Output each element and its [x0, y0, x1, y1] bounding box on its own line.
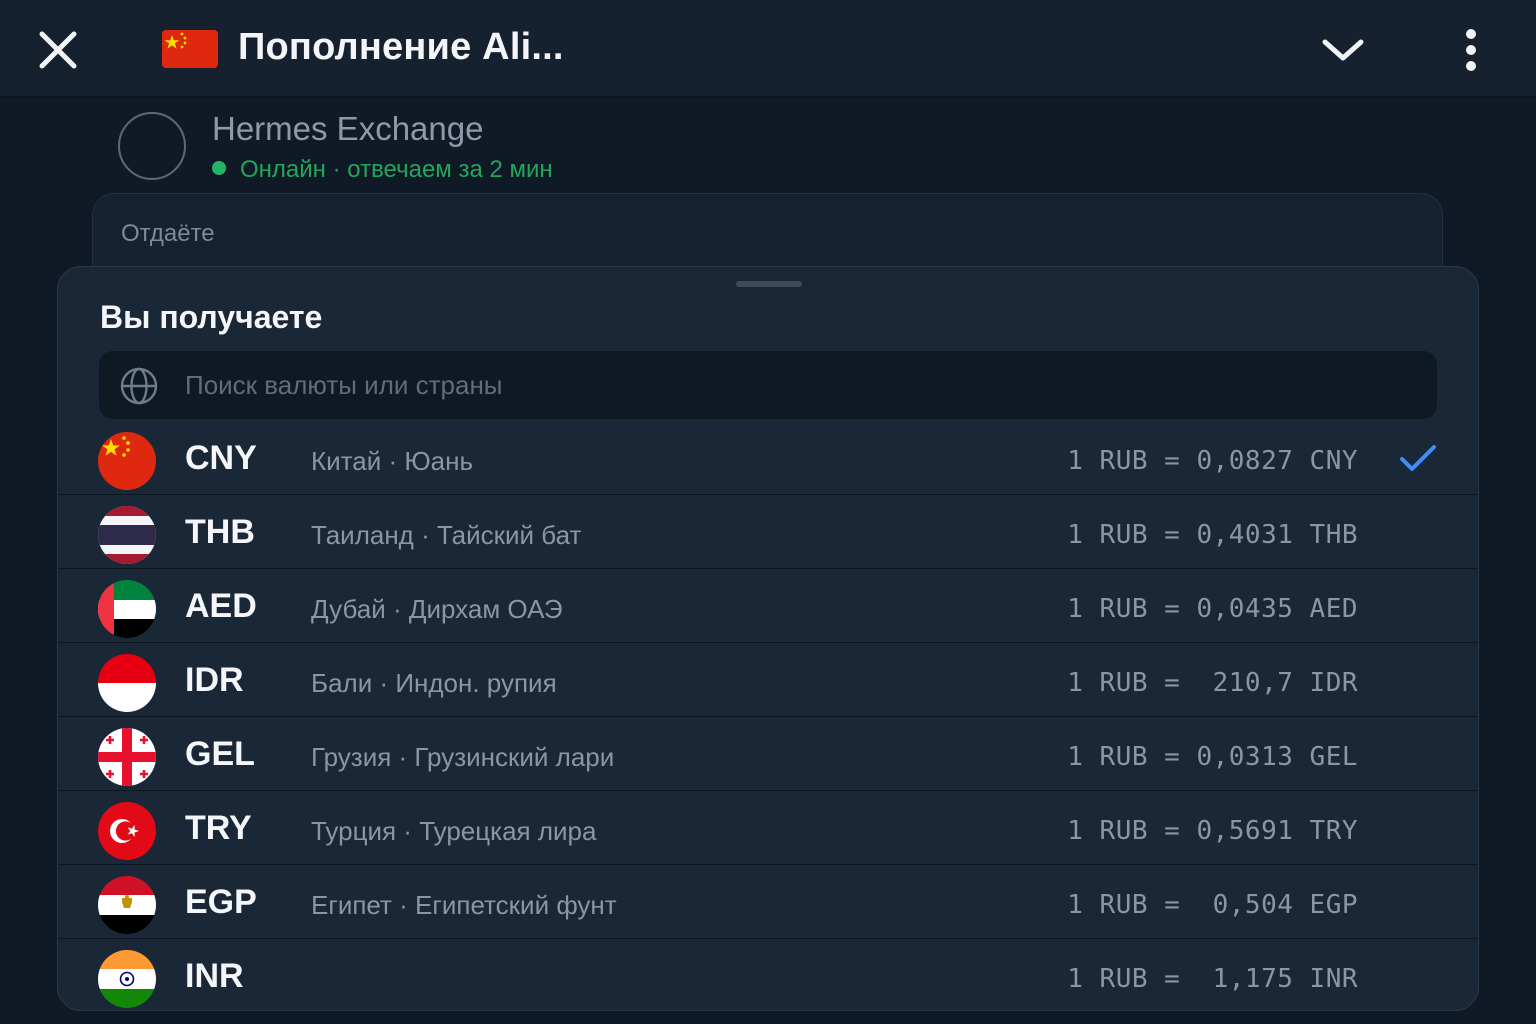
exchange-rate: 1 RUB = 1,175 INR: [1067, 964, 1358, 994]
currency-code: INR: [185, 957, 244, 995]
turkey-flag-icon: [98, 802, 156, 860]
currency-code: IDR: [185, 661, 244, 699]
online-dot-icon: [212, 161, 226, 175]
close-icon[interactable]: [36, 28, 80, 72]
currency-row-gel[interactable]: GEL Грузия · Грузинский лари 1 RUB = 0,0…: [58, 717, 1478, 791]
currency-row-try[interactable]: TRY Турция · Турецкая лира 1 RUB = 0,569…: [58, 791, 1478, 865]
exchange-rate: 1 RUB = 0,0827 CNY: [1067, 446, 1358, 476]
currency-search-input[interactable]: [185, 351, 1415, 419]
currency-code: AED: [185, 587, 257, 625]
exchange-rate: 1 RUB = 0,0313 GEL: [1067, 742, 1358, 772]
egypt-flag-icon: [98, 876, 156, 934]
top-bar: Пополнение Ali...: [0, 0, 1536, 97]
exchange-rate: 1 RUB = 0,504 EGP: [1067, 890, 1358, 920]
currency-row-idr[interactable]: IDR Бали · Индон. рупия 1 RUB = 210,7 ID…: [58, 643, 1478, 717]
currency-row-egp[interactable]: EGP Египет · Египетский фунт 1 RUB = 0,5…: [58, 865, 1478, 939]
georgia-flag-icon: [98, 728, 156, 786]
give-label: Отдаёте: [121, 220, 215, 247]
currency-row-cny[interactable]: CNY Китай · Юань 1 RUB = 0,0827 CNY: [58, 421, 1478, 495]
currency-list: CNY Китай · Юань 1 RUB = 0,0827 CNY THB …: [58, 421, 1478, 1010]
exchange-rate: 1 RUB = 0,0435 AED: [1067, 594, 1358, 624]
exchange-rate: 1 RUB = 210,7 IDR: [1067, 668, 1358, 698]
currency-code: GEL: [185, 735, 255, 773]
page-title: Пополнение Ali...: [238, 26, 564, 68]
currency-description: Китай · Юань: [311, 446, 474, 476]
sheet-drag-handle[interactable]: [736, 281, 802, 287]
online-status-text: Онлайн · отвечаем за 2 мин: [240, 156, 553, 183]
currency-description: Дубай · Дирхам ОАЭ: [311, 594, 563, 624]
currency-description: Египет · Египетский фунт: [311, 890, 617, 920]
online-status: Онлайн · отвечаем за 2 мин: [212, 156, 553, 184]
exchange-contact: Hermes Exchange Онлайн · отвечаем за 2 м…: [118, 110, 818, 184]
exchange-rate: 1 RUB = 0,4031 THB: [1067, 520, 1358, 550]
currency-code: TRY: [185, 809, 252, 847]
currency-search: [99, 351, 1437, 419]
currency-description: Таиланд · Тайский бат: [311, 520, 582, 550]
currency-row-aed[interactable]: AED Дубай · Дирхам ОАЭ 1 RUB = 0,0435 AE…: [58, 569, 1478, 643]
contact-name: Hermes Exchange: [212, 110, 484, 147]
china-flag-icon: [98, 432, 156, 490]
currency-code: EGP: [185, 883, 257, 921]
india-flag-icon: [98, 950, 156, 1008]
currency-code: CNY: [185, 439, 257, 477]
kebab-menu-icon[interactable]: [1456, 26, 1486, 74]
exchange-rate: 1 RUB = 0,5691 TRY: [1067, 816, 1358, 846]
globe-icon: [120, 367, 158, 405]
checkmark-icon: [1400, 445, 1436, 471]
currency-code: THB: [185, 513, 255, 551]
avatar[interactable]: [118, 112, 186, 180]
currency-description: Грузия · Грузинский лари: [311, 742, 615, 772]
currency-picker-sheet: Вы получаете CNY Китай · Юань 1: [57, 266, 1479, 1011]
sheet-title: Вы получаете: [100, 299, 323, 335]
currency-row-thb[interactable]: THB Таиланд · Тайский бат 1 RUB = 0,4031…: [58, 495, 1478, 569]
currency-description: Бали · Индон. рупия: [311, 668, 557, 698]
chevron-down-icon[interactable]: [1320, 30, 1366, 70]
china-flag-icon: [162, 30, 218, 68]
indonesia-flag-icon: [98, 654, 156, 712]
thailand-flag-icon: [98, 506, 156, 564]
uae-flag-icon: [98, 580, 156, 638]
currency-row-inr[interactable]: INR 1 RUB = 1,175 INR: [58, 939, 1478, 1010]
currency-description: Турция · Турецкая лира: [311, 816, 597, 846]
